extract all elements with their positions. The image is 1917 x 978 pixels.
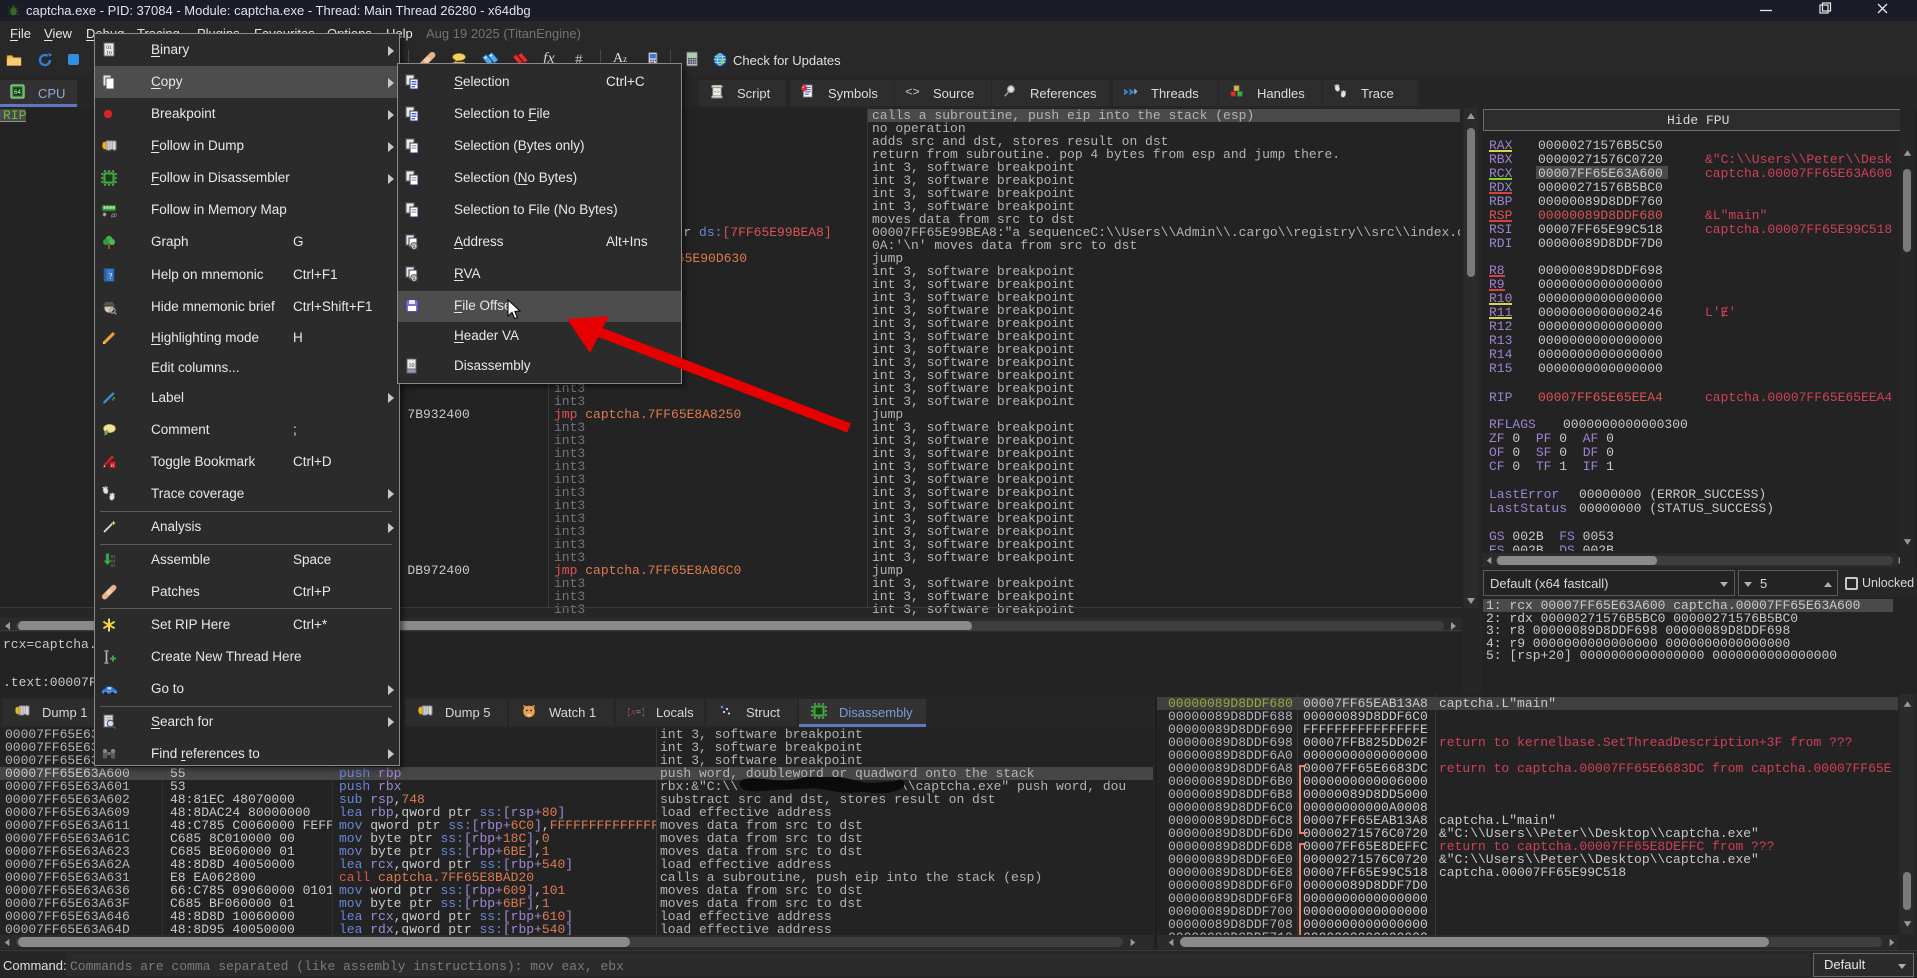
svg-text:@: @ xyxy=(411,276,417,282)
svg-text:10: 10 xyxy=(409,363,415,369)
svg-text:n: n xyxy=(111,463,114,469)
svg-text:[x=]: [x=] xyxy=(628,708,644,718)
svg-text:<>: <> xyxy=(714,89,720,95)
svg-text:64: 64 xyxy=(14,90,21,96)
svg-text:@: @ xyxy=(411,244,417,250)
svg-text:@: @ xyxy=(111,212,117,218)
svg-text:01: 01 xyxy=(111,563,116,568)
svg-text:?: ? xyxy=(108,270,112,280)
svg-text:10: 10 xyxy=(106,50,112,56)
svg-text:<>: <> xyxy=(905,86,920,99)
